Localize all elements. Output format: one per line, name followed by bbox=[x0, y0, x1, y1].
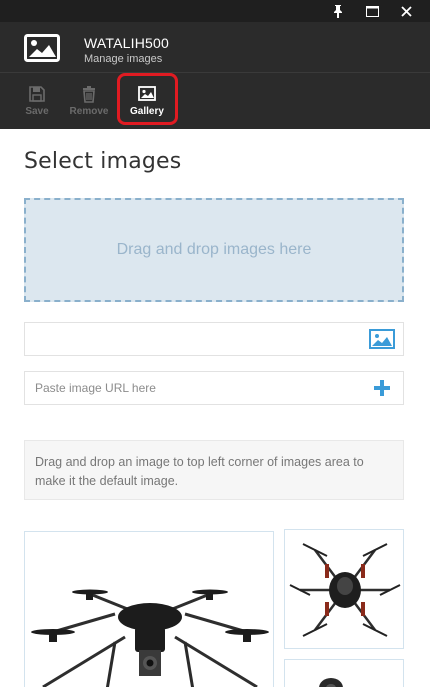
page-title: Select images bbox=[24, 149, 182, 174]
gallery-image[interactable] bbox=[284, 659, 404, 687]
dropzone-text: Drag and drop images here bbox=[116, 241, 312, 258]
save-button[interactable]: Save bbox=[12, 73, 62, 130]
save-label: Save bbox=[25, 106, 49, 117]
drone-front-view-image bbox=[31, 589, 269, 687]
image-icon bbox=[24, 34, 60, 62]
drone-camera-partial-image bbox=[319, 678, 343, 687]
maximize-icon[interactable] bbox=[357, 0, 387, 22]
main-content: Select images Drag and drop images here … bbox=[0, 129, 430, 687]
trash-icon bbox=[83, 86, 95, 103]
image-gallery bbox=[0, 529, 430, 687]
toolbar: Save Remove Gallery bbox=[0, 72, 430, 129]
image-dropzone[interactable]: Drag and drop images here bbox=[24, 198, 404, 302]
remove-button[interactable]: Remove bbox=[64, 73, 114, 130]
gallery-highlight-box bbox=[117, 73, 178, 125]
image-file-input[interactable] bbox=[25, 323, 345, 355]
image-url-field[interactable] bbox=[24, 371, 404, 405]
app-subtitle: Manage images bbox=[84, 53, 163, 65]
plus-icon[interactable] bbox=[369, 378, 395, 398]
image-file-field[interactable] bbox=[24, 322, 404, 356]
image-url-input[interactable] bbox=[25, 372, 345, 404]
floppy-disk-icon bbox=[29, 86, 45, 102]
default-image-hint: Drag and drop an image to top left corne… bbox=[24, 440, 404, 500]
window-titlebar bbox=[0, 0, 430, 22]
app-title: WATALIH500 bbox=[84, 35, 169, 51]
app-header: WATALIH500 Manage images bbox=[0, 22, 430, 72]
close-icon[interactable] bbox=[391, 0, 421, 22]
gallery-image-default[interactable] bbox=[24, 531, 274, 687]
drone-top-view-image bbox=[289, 543, 401, 637]
remove-label: Remove bbox=[69, 106, 109, 117]
image-icon[interactable] bbox=[369, 329, 395, 349]
gallery-image[interactable] bbox=[284, 529, 404, 649]
pin-icon[interactable] bbox=[323, 0, 353, 22]
